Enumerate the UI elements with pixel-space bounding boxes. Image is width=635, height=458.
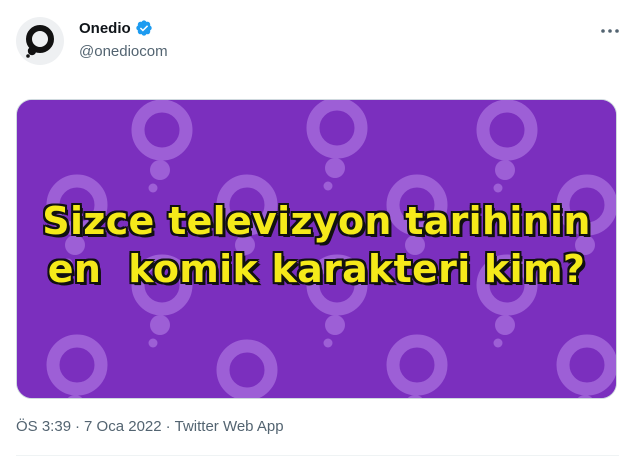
avatar[interactable] <box>16 17 64 65</box>
tweet: Onedio @onediocom Sizce televizyon tarih… <box>0 0 635 458</box>
tweet-time[interactable]: ÖS 3:39 <box>16 418 71 435</box>
onedio-logo-icon <box>26 25 54 58</box>
meta-separator: · <box>165 418 171 435</box>
name-row: Onedio <box>79 19 153 37</box>
headline-line-1: Sizce televizyon tarihinin <box>42 199 591 243</box>
verified-badge-icon <box>135 19 153 37</box>
tweet-source[interactable]: Twitter Web App <box>175 418 284 435</box>
divider <box>16 455 619 456</box>
more-button[interactable] <box>597 20 623 42</box>
handle[interactable]: @onediocom <box>79 43 168 60</box>
more-horizontal-icon <box>601 29 619 33</box>
tweet-meta: ÖS 3:39 · 7 Oca 2022 · Twitter Web App <box>16 418 284 435</box>
tweet-date[interactable]: 7 Oca 2022 <box>84 418 162 435</box>
display-name[interactable]: Onedio <box>79 20 131 37</box>
headline-line-2: en komik karakteri kim? <box>47 247 586 291</box>
tweet-media-image[interactable]: Sizce televizyon tarihinin en komik kara… <box>16 99 617 399</box>
media-headline: Sizce televizyon tarihinin en komik kara… <box>17 197 616 293</box>
meta-separator: · <box>75 418 81 435</box>
